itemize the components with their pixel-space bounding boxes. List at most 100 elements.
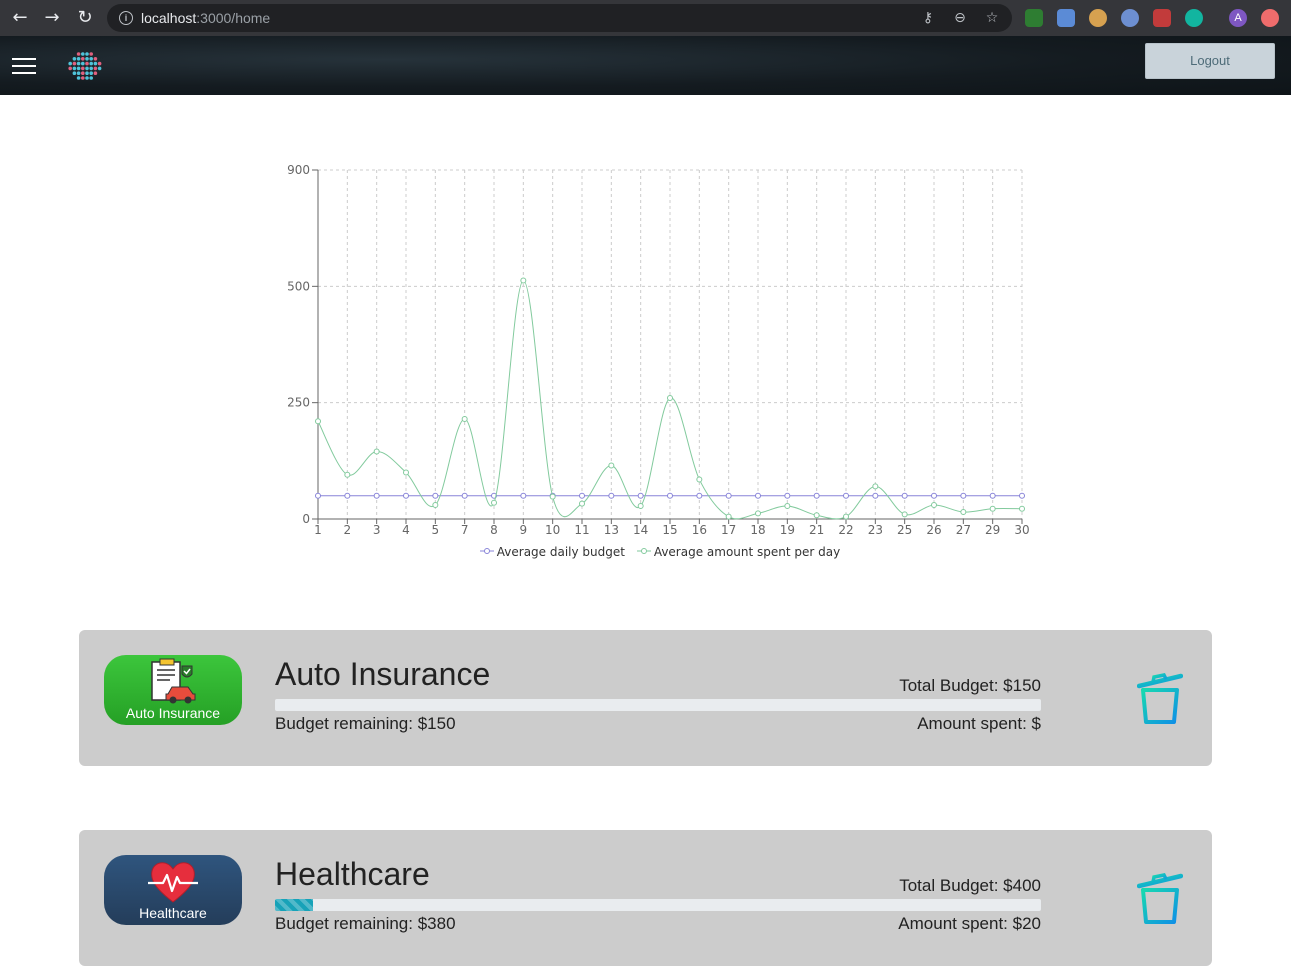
- cookie-extension-icon[interactable]: [1089, 9, 1107, 27]
- legend-item-budget[interactable]: Average daily budget: [479, 545, 625, 559]
- zoom-icon[interactable]: ⊖: [951, 9, 969, 27]
- data-point-1: [344, 471, 351, 478]
- logo-dot: [76, 71, 81, 75]
- x-tick-label: 11: [574, 523, 589, 537]
- legend-item-spent[interactable]: Average amount spent per day: [636, 545, 841, 559]
- url-text[interactable]: localhost:3000/home: [141, 10, 270, 26]
- data-point-0: [784, 492, 791, 499]
- data-point-1: [432, 502, 439, 509]
- x-tick-label: 9: [520, 523, 528, 537]
- data-point-1: [901, 511, 908, 518]
- x-tick-label: 4: [402, 523, 410, 537]
- logo-dot: [81, 52, 85, 56]
- logo-dot: [93, 66, 98, 71]
- amount-spent: Amount spent: $: [917, 714, 1041, 733]
- logo-dot: [97, 61, 102, 66]
- data-point-0: [696, 492, 703, 499]
- x-tick-label: 30: [1014, 523, 1029, 537]
- data-point-1: [1019, 505, 1025, 512]
- data-point-1: [813, 512, 820, 519]
- url-host: localhost: [141, 10, 197, 26]
- logo-dot: [97, 66, 102, 71]
- data-point-0: [315, 492, 321, 499]
- data-point-0: [373, 492, 380, 499]
- extension-icon[interactable]: [1121, 9, 1139, 27]
- x-tick-label: 13: [604, 523, 619, 537]
- trash-icon[interactable]: [1137, 672, 1183, 724]
- data-point-0: [667, 492, 673, 499]
- extension-icon[interactable]: [1025, 9, 1043, 27]
- data-point-0: [813, 492, 820, 499]
- trash-icon[interactable]: [1137, 872, 1183, 924]
- x-tick-label: 29: [985, 523, 1000, 537]
- logo-dot: [93, 61, 98, 66]
- data-point-1: [637, 502, 644, 509]
- logout-button[interactable]: Logout: [1145, 43, 1275, 79]
- logo-dot: [81, 61, 85, 66]
- budget-progress-bar: [275, 899, 1041, 911]
- data-point-0: [403, 492, 409, 499]
- logo-dot: [76, 76, 81, 80]
- x-tick-label: 23: [868, 523, 883, 537]
- x-tick-label: 5: [432, 523, 440, 537]
- logo-dot: [89, 76, 93, 80]
- category-card-auto-insurance: Auto Insurance Auto Insurance Total Budg…: [79, 630, 1212, 766]
- key-icon[interactable]: ⚷: [919, 9, 937, 27]
- extension-icon[interactable]: [1057, 9, 1075, 27]
- back-arrow-icon[interactable]: ←: [9, 8, 31, 28]
- app-logo[interactable]: [62, 50, 104, 82]
- data-point-1: [667, 395, 673, 402]
- data-point-0: [461, 492, 468, 499]
- forward-arrow-icon[interactable]: →: [41, 8, 63, 28]
- legend-label-budget: Average daily budget: [496, 545, 625, 559]
- logo-dot: [81, 57, 85, 61]
- extension-icon[interactable]: [1185, 9, 1203, 27]
- x-tick-label: 21: [809, 523, 824, 537]
- x-tick-label: 22: [838, 523, 853, 537]
- data-point-0: [872, 492, 879, 499]
- extension-icon[interactable]: [1153, 9, 1171, 27]
- budget-remaining: Budget remaining: $150: [275, 714, 456, 733]
- x-tick-label: 25: [897, 523, 912, 537]
- address-bar[interactable]: i localhost:3000/home ⚷ ⊖ ☆: [107, 4, 1012, 32]
- data-point-1: [549, 493, 556, 500]
- category-badge[interactable]: Auto Insurance: [104, 655, 242, 725]
- data-point-0: [989, 492, 996, 499]
- extension-icon[interactable]: [1261, 9, 1279, 27]
- url-path: :3000/home: [196, 10, 271, 26]
- hamburger-menu-icon[interactable]: [12, 58, 36, 74]
- data-point-1: [872, 483, 879, 490]
- line-chart: 02505009001 2 3 4 5 7 8 9 10 11 13 14 15 16 17 18 19 21 22…: [287, 163, 1030, 537]
- data-point-0: [520, 492, 527, 499]
- total-budget: Total Budget: $150: [899, 676, 1041, 695]
- logo-dot: [89, 71, 93, 75]
- progress-fill: [275, 899, 314, 911]
- legend-marker-spent: [636, 548, 651, 554]
- logo-dot: [85, 52, 89, 56]
- legend-marker-budget: [479, 548, 494, 554]
- data-point-1: [989, 505, 996, 512]
- legend-label-spent: Average amount spent per day: [653, 545, 841, 559]
- category-badge[interactable]: Healthcare: [104, 855, 242, 925]
- category-title: Auto Insurance: [275, 656, 491, 692]
- logo-dot: [85, 76, 89, 80]
- logo-dot: [85, 71, 89, 75]
- app-navbar: Logout: [0, 36, 1291, 95]
- data-point-1: [931, 502, 937, 509]
- logo-dot: [85, 66, 89, 71]
- reload-icon[interactable]: ↻: [74, 8, 96, 28]
- category-title: Healthcare: [275, 856, 430, 892]
- logo-dot: [76, 61, 81, 66]
- profile-avatar[interactable]: A: [1229, 9, 1247, 27]
- x-tick-label: 26: [926, 523, 941, 537]
- data-point-1: [784, 502, 791, 509]
- x-tick-label: 7: [461, 523, 469, 537]
- x-tick-label: 10: [545, 523, 560, 537]
- logo-dot: [89, 61, 93, 66]
- star-icon[interactable]: ☆: [983, 9, 1001, 27]
- logo-dot: [93, 57, 98, 61]
- info-icon[interactable]: i: [119, 11, 133, 25]
- data-point-1: [960, 509, 967, 516]
- data-point-1: [491, 499, 497, 506]
- budget-chart: 0 250 500 900 1 2 3 4 5 7 8 9 10 11 13 14 15 16 17 18 19 21 22…: [270, 150, 1050, 570]
